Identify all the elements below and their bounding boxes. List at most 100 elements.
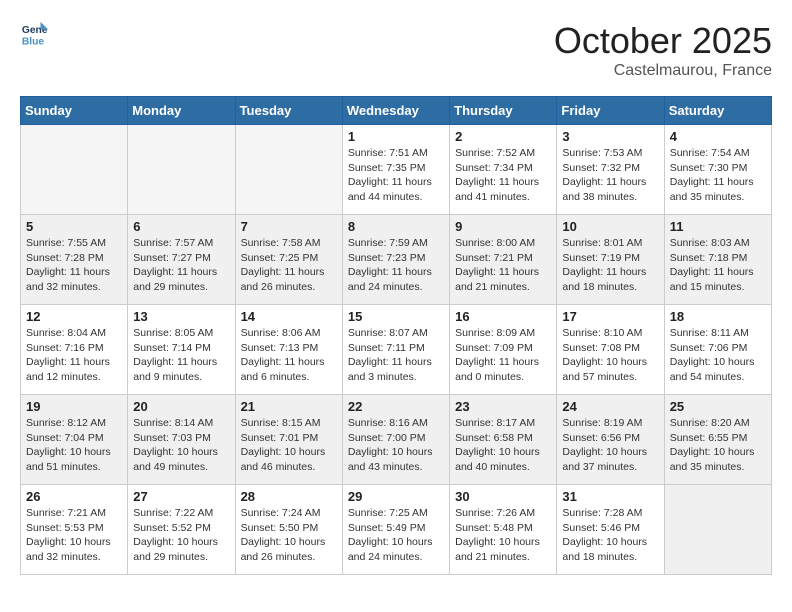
calendar-week-row: 19 Sunrise: 8:12 AM Sunset: 7:04 PM Dayli…: [21, 395, 772, 485]
day-number: 1: [348, 129, 444, 144]
day-number: 4: [670, 129, 766, 144]
weekday-header-tuesday: Tuesday: [235, 97, 342, 125]
cell-info: Sunrise: 7:52 AM Sunset: 7:34 PM Dayligh…: [455, 146, 551, 205]
day-number: 27: [133, 489, 229, 504]
cell-info: Sunrise: 8:11 AM Sunset: 7:06 PM Dayligh…: [670, 326, 766, 385]
calendar-cell: 5 Sunrise: 7:55 AM Sunset: 7:28 PM Daylig…: [21, 215, 128, 305]
calendar-cell: 4 Sunrise: 7:54 AM Sunset: 7:30 PM Daylig…: [664, 125, 771, 215]
calendar-cell: 19 Sunrise: 8:12 AM Sunset: 7:04 PM Dayli…: [21, 395, 128, 485]
calendar-cell: 2 Sunrise: 7:52 AM Sunset: 7:34 PM Daylig…: [450, 125, 557, 215]
cell-info: Sunrise: 7:58 AM Sunset: 7:25 PM Dayligh…: [241, 236, 337, 295]
day-number: 26: [26, 489, 122, 504]
cell-info: Sunrise: 8:16 AM Sunset: 7:00 PM Dayligh…: [348, 416, 444, 475]
day-number: 24: [562, 399, 658, 414]
calendar-cell: [21, 125, 128, 215]
day-number: 5: [26, 219, 122, 234]
calendar-cell: [128, 125, 235, 215]
calendar-cell: 9 Sunrise: 8:00 AM Sunset: 7:21 PM Daylig…: [450, 215, 557, 305]
day-number: 16: [455, 309, 551, 324]
calendar-cell: 10Sunrise: 8:01 AM Sunset: 7:19 PM Dayli…: [557, 215, 664, 305]
cell-info: Sunrise: 8:05 AM Sunset: 7:14 PM Dayligh…: [133, 326, 229, 385]
cell-info: Sunrise: 7:26 AM Sunset: 5:48 PM Dayligh…: [455, 506, 551, 565]
cell-info: Sunrise: 8:12 AM Sunset: 7:04 PM Dayligh…: [26, 416, 122, 475]
cell-info: Sunrise: 8:04 AM Sunset: 7:16 PM Dayligh…: [26, 326, 122, 385]
calendar-cell: 7Sunrise: 7:58 AM Sunset: 7:25 PM Daylig…: [235, 215, 342, 305]
cell-info: Sunrise: 8:06 AM Sunset: 7:13 PM Dayligh…: [241, 326, 337, 385]
cell-info: Sunrise: 7:54 AM Sunset: 7:30 PM Dayligh…: [670, 146, 766, 205]
day-number: 9: [455, 219, 551, 234]
svg-text:Blue: Blue: [22, 36, 45, 47]
day-number: 15: [348, 309, 444, 324]
calendar-cell: 24 Sunrise: 8:19 AM Sunset: 6:56 PM Dayli…: [557, 395, 664, 485]
weekday-header-row: SundayMondayTuesdayWednesdayThursdayFrid…: [21, 97, 772, 125]
calendar-cell: 16 Sunrise: 8:09 AM Sunset: 7:09 PM Dayli…: [450, 305, 557, 395]
day-number: 3: [562, 129, 658, 144]
day-number: 2: [455, 129, 551, 144]
cell-info: Sunrise: 8:17 AM Sunset: 6:58 PM Dayligh…: [455, 416, 551, 475]
day-number: 23: [455, 399, 551, 414]
calendar-week-row: 12Sunrise: 8:04 AM Sunset: 7:16 PM Dayli…: [21, 305, 772, 395]
page-header: General Blue October 2025 Castelmaurou, …: [20, 20, 772, 80]
weekday-header-friday: Friday: [557, 97, 664, 125]
location: Castelmaurou, France: [554, 62, 772, 80]
calendar-cell: 11 Sunrise: 8:03 AM Sunset: 7:18 PM Dayli…: [664, 215, 771, 305]
day-number: 30: [455, 489, 551, 504]
weekday-header-monday: Monday: [128, 97, 235, 125]
calendar-cell: 29Sunrise: 7:25 AM Sunset: 5:49 PM Dayli…: [342, 485, 449, 575]
cell-info: Sunrise: 7:24 AM Sunset: 5:50 PM Dayligh…: [241, 506, 337, 565]
calendar-cell: 27 Sunrise: 7:22 AM Sunset: 5:52 PM Dayli…: [128, 485, 235, 575]
calendar-cell: 18 Sunrise: 8:11 AM Sunset: 7:06 PM Dayli…: [664, 305, 771, 395]
cell-info: Sunrise: 7:59 AM Sunset: 7:23 PM Dayligh…: [348, 236, 444, 295]
cell-info: Sunrise: 8:00 AM Sunset: 7:21 PM Dayligh…: [455, 236, 551, 295]
calendar-cell: 8 Sunrise: 7:59 AM Sunset: 7:23 PM Daylig…: [342, 215, 449, 305]
calendar-cell: 17 Sunrise: 8:10 AM Sunset: 7:08 PM Dayli…: [557, 305, 664, 395]
weekday-header-saturday: Saturday: [664, 97, 771, 125]
calendar-cell: 30 Sunrise: 7:26 AM Sunset: 5:48 PM Dayli…: [450, 485, 557, 575]
weekday-header-thursday: Thursday: [450, 97, 557, 125]
calendar-table: SundayMondayTuesdayWednesdayThursdayFrid…: [20, 96, 772, 575]
day-number: 22: [348, 399, 444, 414]
cell-info: Sunrise: 8:09 AM Sunset: 7:09 PM Dayligh…: [455, 326, 551, 385]
cell-info: Sunrise: 7:55 AM Sunset: 7:28 PM Dayligh…: [26, 236, 122, 295]
cell-info: Sunrise: 7:21 AM Sunset: 5:53 PM Dayligh…: [26, 506, 122, 565]
cell-info: Sunrise: 8:10 AM Sunset: 7:08 PM Dayligh…: [562, 326, 658, 385]
cell-info: Sunrise: 7:22 AM Sunset: 5:52 PM Dayligh…: [133, 506, 229, 565]
calendar-cell: 3 Sunrise: 7:53 AM Sunset: 7:32 PM Daylig…: [557, 125, 664, 215]
calendar-cell: 15Sunrise: 8:07 AM Sunset: 7:11 PM Dayli…: [342, 305, 449, 395]
cell-info: Sunrise: 8:20 AM Sunset: 6:55 PM Dayligh…: [670, 416, 766, 475]
calendar-cell: 25Sunrise: 8:20 AM Sunset: 6:55 PM Dayli…: [664, 395, 771, 485]
cell-info: Sunrise: 8:19 AM Sunset: 6:56 PM Dayligh…: [562, 416, 658, 475]
day-number: 31: [562, 489, 658, 504]
cell-info: Sunrise: 8:03 AM Sunset: 7:18 PM Dayligh…: [670, 236, 766, 295]
day-number: 20: [133, 399, 229, 414]
cell-info: Sunrise: 8:15 AM Sunset: 7:01 PM Dayligh…: [241, 416, 337, 475]
calendar-cell: [664, 485, 771, 575]
day-number: 14: [241, 309, 337, 324]
day-number: 13: [133, 309, 229, 324]
day-number: 29: [348, 489, 444, 504]
day-number: 28: [241, 489, 337, 504]
calendar-week-row: 26 Sunrise: 7:21 AM Sunset: 5:53 PM Dayli…: [21, 485, 772, 575]
day-number: 19: [26, 399, 122, 414]
calendar-cell: 6 Sunrise: 7:57 AM Sunset: 7:27 PM Daylig…: [128, 215, 235, 305]
calendar-cell: 1 Sunrise: 7:51 AM Sunset: 7:35 PM Daylig…: [342, 125, 449, 215]
calendar-cell: 12Sunrise: 8:04 AM Sunset: 7:16 PM Dayli…: [21, 305, 128, 395]
logo: General Blue: [20, 20, 48, 48]
cell-info: Sunrise: 7:53 AM Sunset: 7:32 PM Dayligh…: [562, 146, 658, 205]
calendar-cell: [235, 125, 342, 215]
cell-info: Sunrise: 7:57 AM Sunset: 7:27 PM Dayligh…: [133, 236, 229, 295]
day-number: 6: [133, 219, 229, 234]
day-number: 8: [348, 219, 444, 234]
day-number: 17: [562, 309, 658, 324]
cell-info: Sunrise: 8:14 AM Sunset: 7:03 PM Dayligh…: [133, 416, 229, 475]
calendar-cell: 14 Sunrise: 8:06 AM Sunset: 7:13 PM Dayli…: [235, 305, 342, 395]
cell-info: Sunrise: 7:51 AM Sunset: 7:35 PM Dayligh…: [348, 146, 444, 205]
cell-info: Sunrise: 8:01 AM Sunset: 7:19 PM Dayligh…: [562, 236, 658, 295]
logo-icon: General Blue: [20, 20, 48, 48]
month-title: October 2025: [554, 20, 772, 62]
day-number: 11: [670, 219, 766, 234]
calendar-cell: 20 Sunrise: 8:14 AM Sunset: 7:03 PM Dayli…: [128, 395, 235, 485]
calendar-week-row: 5 Sunrise: 7:55 AM Sunset: 7:28 PM Daylig…: [21, 215, 772, 305]
day-number: 18: [670, 309, 766, 324]
cell-info: Sunrise: 7:28 AM Sunset: 5:46 PM Dayligh…: [562, 506, 658, 565]
